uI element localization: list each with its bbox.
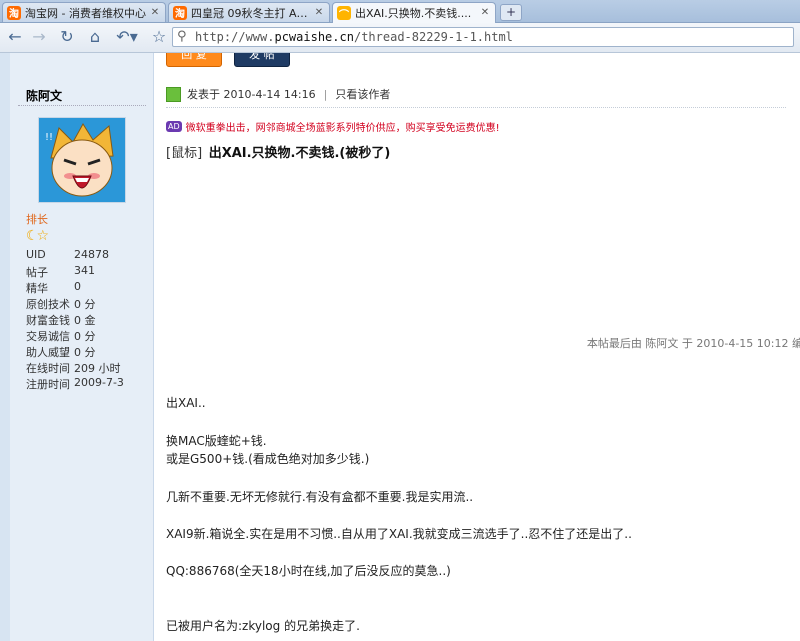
tab-taobao-consumer[interactable]: 淘 淘宝网 - 消费者维权中心 ✕ <box>2 2 166 22</box>
stat-label: 精华 <box>26 282 48 295</box>
stat-value: 0 分 <box>74 298 96 311</box>
avatar-cartoon-icon: !! <box>39 118 125 202</box>
search-icon: ⚲ <box>177 29 187 44</box>
ad-icon: AD <box>166 121 182 132</box>
tab-current-thread[interactable]: ⌒ 出XAI.只换物.不卖钱.... ✕ <box>332 2 496 23</box>
only-author-link[interactable]: 只看该作者 <box>335 86 390 102</box>
avatar[interactable]: !! <box>38 117 126 203</box>
address-bar[interactable]: ⚲ http://www.pcwaishe.cn/thread-82229-1-… <box>172 27 794 47</box>
post-body-line: QQ:886768(全天18小时在线,加了后没反应的莫急..) <box>166 564 451 578</box>
stat-label: 注册时间 <box>26 378 70 391</box>
stat-label: 交易诚信 <box>26 330 70 343</box>
stat-value: 0 金 <box>74 314 96 327</box>
back-arrow-icon[interactable]: ← <box>4 26 26 48</box>
author-stats: UID 24878 帖子 341 精华 0 原创技术 0 分 财富金钱 0 金 交易诚信 0… <box>26 248 124 392</box>
post-body-line: XAI9新.箱说全.实在是用不习惯..自从用了XAI.我就变成三流选手了..忍不… <box>166 527 632 541</box>
close-icon[interactable]: ✕ <box>479 7 491 19</box>
svg-text:!!: !! <box>45 132 53 143</box>
rank-moon-star-icon: ☾☆ <box>26 228 49 244</box>
divider <box>166 107 786 108</box>
post-body-line: 几新不重要.无坏无修就行.有没有盒都不重要.我是实用流.. <box>166 490 474 504</box>
close-icon[interactable]: ✕ <box>313 7 325 19</box>
tab-label: 出XAI.只换物.不卖钱.... <box>355 7 472 20</box>
post-category[interactable]: [鼠标] <box>166 146 202 161</box>
stat-value: 0 分 <box>74 330 96 343</box>
post-body-line: 出XAI.. <box>166 396 206 410</box>
stat-row: 原创技术 0 分 <box>26 296 124 312</box>
stat-row: 在线时间 209 小时 <box>26 360 124 376</box>
stat-row: 助人威望 0 分 <box>26 344 124 360</box>
forward-arrow-icon[interactable]: → <box>28 26 50 48</box>
address-url[interactable]: http://www.pcwaishe.cn/thread-82229-1-1.… <box>195 30 513 44</box>
posted-at: 发表于 2010-4-14 14:16 <box>187 88 316 101</box>
page-content: 回 复 发 帖 陈阿文 !! 排长 ☾☆ UID 24878 帖子 341 精华 0 … <box>0 53 800 641</box>
author-rank: 排长 <box>26 213 48 226</box>
home-icon[interactable]: ⌂ <box>84 26 106 48</box>
tab-strip: 淘 淘宝网 - 消费者维权中心 ✕ 淘 四皇冠 09秋冬主打 Ai... ✕ ⌒… <box>0 0 800 23</box>
reload-icon[interactable]: ↻ <box>56 26 78 48</box>
stat-row: 精华 0 <box>26 280 124 296</box>
stat-value: 24878 <box>74 248 109 261</box>
reply-button[interactable]: 回 复 <box>166 53 222 67</box>
stat-value: 209 小时 <box>74 362 121 375</box>
new-post-button[interactable]: 发 帖 <box>233 53 290 67</box>
stat-label: 财富金钱 <box>26 314 70 327</box>
post-body-line: 已被用户名为:zkylog 的兄弟换走了. <box>166 619 360 633</box>
taobao-icon: 淘 <box>7 5 21 20</box>
site-hat-icon: ⌒ <box>337 6 351 21</box>
left-gutter <box>0 53 10 641</box>
stat-label: UID <box>26 248 46 261</box>
stat-value: 0 <box>74 280 81 293</box>
stat-value: 341 <box>74 264 95 277</box>
post-title: [鼠标] 出XAI.只换物.不卖钱.(被秒了) <box>166 142 390 161</box>
post-title-text: 出XAI.只换物.不卖钱.(被秒了) <box>208 146 391 161</box>
new-tab-button[interactable]: + <box>500 4 522 21</box>
stat-row: 注册时间 2009-7-3 <box>26 376 124 392</box>
post-buttons: 回 复 发 帖 <box>166 53 298 67</box>
close-icon[interactable]: ✕ <box>149 7 161 19</box>
stat-label: 帖子 <box>26 266 48 279</box>
edited-note: 本帖最后由 陈阿文 于 2010-4-15 10:12 编辑 <box>586 337 800 350</box>
stat-label: 原创技术 <box>26 298 70 311</box>
undo-dropdown-icon[interactable]: ↶▾ <box>112 26 142 48</box>
post-body-line: 换MAC版蝰蛇+钱. <box>166 434 267 448</box>
stat-value: 2009-7-3 <box>74 376 124 389</box>
stat-row: 财富金钱 0 金 <box>26 312 124 328</box>
post-meta: 发表于 2010-4-14 14:16 | 只看该作者 <box>166 86 786 102</box>
taobao-icon: 淘 <box>173 5 187 20</box>
divider: | <box>323 87 328 101</box>
stat-value: 0 分 <box>74 346 96 359</box>
tab-label: 四皇冠 09秋冬主打 Ai... <box>191 6 310 20</box>
stat-row: UID 24878 <box>26 248 124 264</box>
ad-banner[interactable]: AD 微软重拳出击，网邻商城全场蓝影系列特价供应，购买享受免运费优惠! <box>166 119 500 134</box>
ad-text[interactable]: 微软重拳出击，网邻商城全场蓝影系列特价供应，购买享受免运费优惠! <box>186 119 500 134</box>
stat-label: 在线时间 <box>26 362 70 375</box>
tab-label: 淘宝网 - 消费者维权中心 <box>25 6 146 20</box>
author-name[interactable]: 陈阿文 <box>26 87 62 104</box>
bookmark-star-icon[interactable]: ☆ <box>148 26 170 48</box>
stat-label: 助人威望 <box>26 346 70 359</box>
stat-row: 交易诚信 0 分 <box>26 328 124 344</box>
online-status-icon <box>166 86 181 102</box>
tab-taobao-shop[interactable]: 淘 四皇冠 09秋冬主打 Ai... ✕ <box>168 2 330 22</box>
browser-toolbar: ← → ↻ ⌂ ↶▾ ☆ ⚲ http://www.pcwaishe.cn/th… <box>0 23 800 53</box>
post-body-line: 或是G500+钱.(看成色绝对加多少钱.) <box>166 452 370 466</box>
stat-row: 帖子 341 <box>26 264 124 280</box>
divider <box>18 105 146 106</box>
